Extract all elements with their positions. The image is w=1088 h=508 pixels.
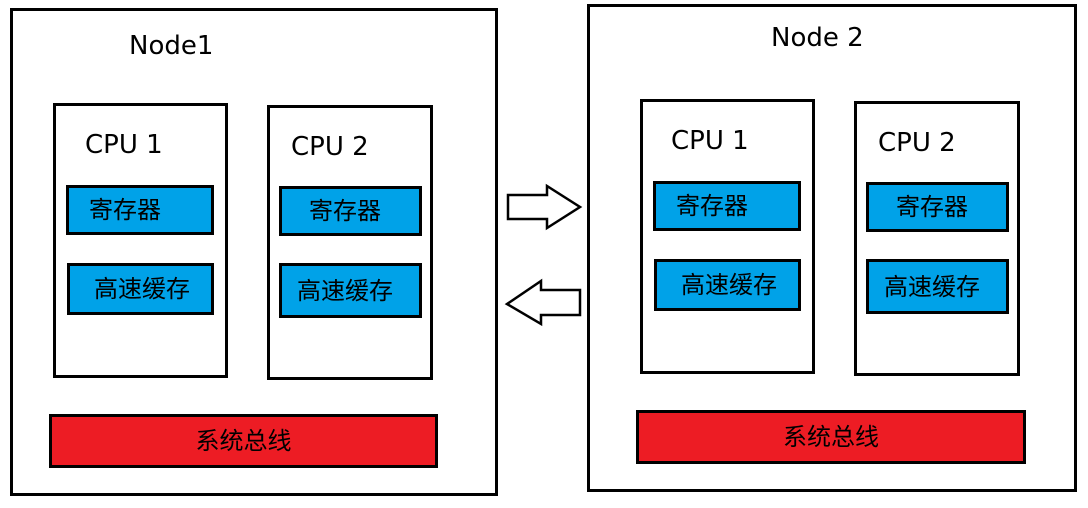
node-1-system-bus: 系统总线 — [49, 414, 438, 468]
node-1-cpu-1-register: 寄存器 — [66, 185, 214, 235]
node-1-title: Node1 — [129, 31, 214, 61]
node-2-cpu-1-cache: 高速缓存 — [654, 259, 801, 311]
node-1-cpu-1-cache: 高速缓存 — [67, 263, 214, 315]
arrow-right-shape — [506, 183, 583, 231]
node-1-cpu-2-cache: 高速缓存 — [279, 263, 422, 318]
arrow-left-icon — [504, 278, 582, 327]
node-2-cpu-2-label: CPU 2 — [878, 128, 956, 158]
node-2-title: Node 2 — [771, 23, 864, 53]
node-1-cpu-2-label: CPU 2 — [291, 132, 369, 162]
arrow-right-icon — [506, 183, 583, 231]
node-2-cpu-2-register: 寄存器 — [866, 182, 1009, 232]
node-2-cpu-1-label: CPU 1 — [671, 126, 749, 156]
node-2-system-bus: 系统总线 — [636, 410, 1026, 464]
node-1-cpu-1-label: CPU 1 — [85, 130, 163, 160]
node-2-cpu-1-register: 寄存器 — [653, 181, 801, 231]
node-2-cpu-2-cache: 高速缓存 — [866, 259, 1009, 314]
node-1-cpu-2-register: 寄存器 — [279, 186, 422, 236]
arrow-left-shape — [504, 278, 582, 327]
